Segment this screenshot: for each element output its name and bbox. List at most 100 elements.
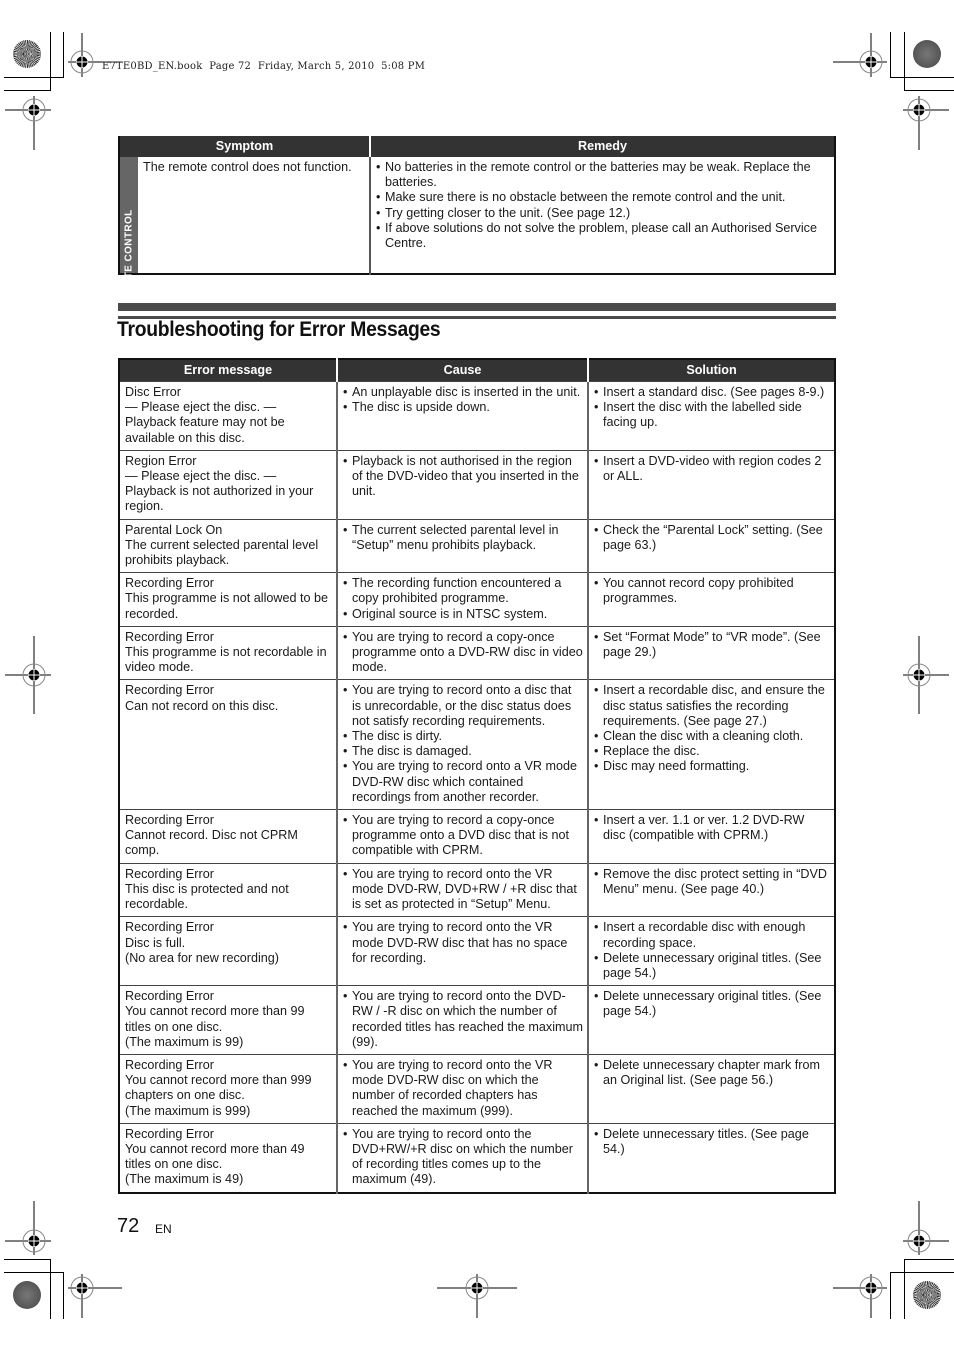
cause-cell: You are trying to record onto the VR mod…: [336, 1053, 588, 1124]
list-item: Remove the disc protect setting in “DVD …: [594, 867, 830, 897]
table-row: REMOTE CONTROL The remote control does n…: [119, 157, 835, 310]
error-detail: Playback feature may not be available on…: [125, 415, 285, 445]
solution-cell: Insert a DVD-video with region codes 2 o…: [587, 449, 835, 520]
list-item: Delete unnecessary titles. (See page 54.…: [594, 1127, 830, 1157]
color-target-icon: [913, 40, 941, 68]
error-title: Recording Error: [125, 866, 214, 881]
solution-cell: Remove the disc protect setting in “DVD …: [587, 862, 835, 917]
error-message-cell: Recording Error This programme is not all…: [119, 572, 337, 627]
section-divider: [118, 303, 836, 311]
column-header-remedy: Remedy: [369, 136, 835, 157]
error-detail: Cannot record. Disc not CPRM comp.: [125, 828, 298, 858]
error-detail: Can not record on this disc.: [125, 698, 279, 713]
section-side-label: REMOTE CONTROL: [119, 157, 138, 310]
symptom-cell: The remote control does not function.: [138, 157, 371, 274]
registration-mark-icon: [833, 1274, 887, 1318]
table-row: Recording Error This programme is not rec…: [119, 625, 835, 680]
error-message-cell: Recording Error You cannot record more th…: [119, 1122, 337, 1193]
error-detail: The current selected parental level proh…: [125, 537, 319, 568]
error-title: Region Error: [125, 453, 197, 468]
remote-control-table: Symptom Remedy REMOTE CONTROL The remote…: [118, 136, 836, 310]
solution-cell: Insert a standard disc. (See pages 8-9.)…: [587, 381, 835, 451]
cause-cell: The current selected parental level in “…: [336, 518, 588, 573]
list-item: Check the “Parental Lock” setting. (See …: [594, 523, 830, 553]
list-item: Playback is not authorised in the region…: [343, 454, 583, 500]
list-item: Set “Format Mode” to “VR mode”. (See pag…: [594, 630, 830, 660]
list-item: You are trying to record onto the VR mod…: [343, 920, 583, 966]
solution-cell: Insert a recordable disc with enough rec…: [587, 916, 835, 986]
cause-list: You are trying to record onto the DVD+RW…: [343, 1127, 583, 1188]
cause-cell: You are trying to record a copy-once pro…: [336, 625, 588, 680]
error-title: Recording Error: [125, 813, 214, 828]
error-detail: (The maximum is 99): [125, 1034, 244, 1049]
registration-mark-icon: [903, 1201, 949, 1255]
cause-list: An unplayable disc is inserted in the un…: [343, 385, 583, 416]
table-row: Recording Error Disc is full. (No area for…: [119, 916, 835, 986]
solution-cell: Check the “Parental Lock” setting. (See …: [587, 518, 835, 573]
list-item: The disc is dirty.: [343, 729, 583, 744]
solution-list: Check the “Parental Lock” setting. (See …: [594, 523, 830, 553]
table-row: Disc Error — Please eject the disc. — Play…: [119, 381, 835, 451]
error-title: Recording Error: [125, 683, 214, 698]
error-title: Recording Error: [125, 576, 214, 591]
error-table-body: Disc Error — Please eject the disc. — Play…: [119, 381, 835, 1193]
cause-cell: The recording function encountered a cop…: [336, 572, 588, 627]
solution-list: Insert a DVD-video with region codes 2 o…: [594, 454, 830, 484]
list-item: You are trying to record onto the VR mod…: [343, 867, 583, 913]
error-message-cell: Recording Error Cannot record. Disc not C…: [119, 809, 337, 864]
list-item: You are trying to record a copy-once pro…: [343, 630, 583, 676]
list-item: No batteries in the remote control or th…: [376, 160, 830, 190]
error-title: Recording Error: [125, 629, 214, 644]
list-item: Insert a ver. 1.1 or ver. 1.2 DVD-RW dis…: [594, 813, 830, 843]
list-item: Disc may need formatting.: [594, 759, 830, 774]
solution-cell: Delete unnecessary titles. (See page 54.…: [587, 1122, 835, 1193]
solution-list: Insert a ver. 1.1 or ver. 1.2 DVD-RW dis…: [594, 813, 830, 843]
error-detail: This programme is not recordable in vide…: [125, 645, 327, 675]
page-language: EN: [155, 1222, 172, 1236]
table-row: Recording Error You cannot record more th…: [119, 985, 835, 1055]
color-target-icon: [13, 40, 41, 68]
cause-cell: You are trying to record onto the VR mod…: [336, 916, 588, 986]
cause-cell: Playback is not authorised in the region…: [336, 449, 588, 520]
section-title: Troubleshooting for Error Messages: [117, 318, 441, 341]
error-message-cell: Recording Error Disc is full. (No area for…: [119, 916, 337, 986]
error-detail: You cannot record more than 49 titles on…: [125, 1141, 305, 1172]
cause-cell: You are trying to record onto the VR mod…: [336, 862, 588, 917]
solution-cell: Insert a ver. 1.1 or ver. 1.2 DVD-RW dis…: [587, 809, 835, 864]
list-item: Delete unnecessary chapter mark from an …: [594, 1058, 830, 1088]
list-item: Insert a recordable disc, and ensure the…: [594, 683, 830, 729]
cause-list: You are trying to record onto the VR mod…: [343, 920, 583, 966]
error-title: Recording Error: [125, 989, 214, 1004]
error-title: Recording Error: [125, 1057, 214, 1072]
table-row: Recording Error This programme is not all…: [119, 572, 835, 627]
cause-cell: You are trying to record onto the DVD+RW…: [336, 1122, 588, 1193]
error-message-cell: Recording Error This programme is not rec…: [119, 625, 337, 680]
error-title: Disc Error: [125, 385, 181, 399]
list-item: If above solutions do not solve the prob…: [376, 221, 830, 251]
list-item: You cannot record copy prohibited progra…: [594, 576, 830, 606]
list-item: Insert the disc with the labelled side f…: [594, 400, 830, 430]
list-item: The disc is upside down.: [343, 400, 583, 415]
error-detail: (No area for new recording): [125, 950, 279, 965]
solution-cell: Delete unnecessary original titles. (See…: [587, 985, 835, 1055]
registration-mark-icon: [5, 636, 51, 714]
cause-list: You are trying to record onto the DVD-RW…: [343, 989, 583, 1050]
cause-cell: You are trying to record a copy-once pro…: [336, 809, 588, 864]
solution-list: Insert a recordable disc with enough rec…: [594, 920, 830, 981]
registration-mark-icon: [437, 1274, 517, 1318]
registration-mark-icon: [5, 96, 51, 150]
error-messages-table: Error message Cause Solution Disc Error —…: [118, 358, 836, 1194]
list-item: Clean the disc with a cleaning cloth.: [594, 729, 830, 744]
list-item: You are trying to record onto a disc tha…: [343, 683, 583, 729]
cause-list: You are trying to record a copy-once pro…: [343, 630, 583, 676]
table-row: Recording Error Cannot record. Disc not C…: [119, 809, 835, 864]
cause-list: You are trying to record onto the VR mod…: [343, 1058, 583, 1119]
solution-list: Delete unnecessary original titles. (See…: [594, 989, 830, 1019]
error-message-cell: Recording Error You cannot record more th…: [119, 985, 337, 1055]
error-detail: You cannot record more than 999 chapters…: [125, 1073, 312, 1103]
solution-list: Insert a recordable disc, and ensure the…: [594, 683, 830, 774]
column-header-symptom: Symptom: [119, 136, 370, 157]
error-message-cell: Recording Error Can not record on this di…: [119, 679, 337, 810]
solution-cell: Insert a recordable disc, and ensure the…: [587, 679, 835, 810]
table-row: Recording Error Can not record on this di…: [119, 679, 835, 810]
